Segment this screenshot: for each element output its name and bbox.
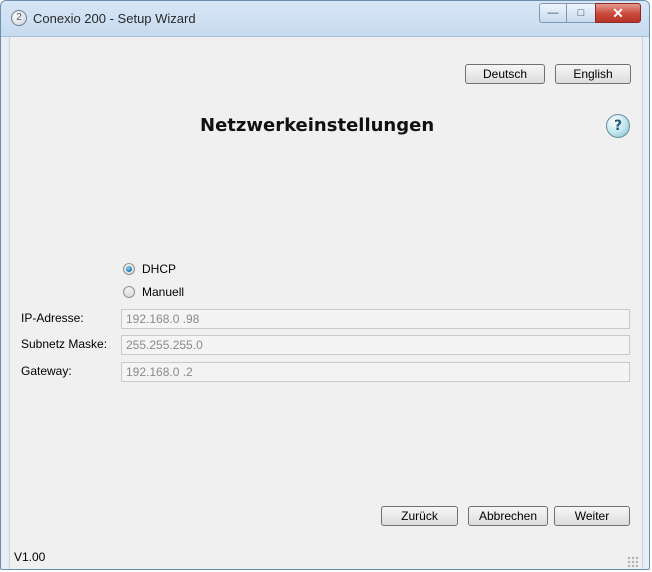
subnet-mask-field[interactable] [121,335,630,355]
page-title: Netzwerkeinstellungen [200,115,435,136]
gateway-field[interactable] [121,362,630,382]
wizard-content: Deutsch English Netzwerkeinstellungen ? … [9,37,643,569]
subnet-mask-label: Subnetz Maske: [21,337,108,351]
deutsch-button[interactable]: Deutsch [465,64,545,84]
resize-grip-icon[interactable] [627,556,639,568]
help-icon[interactable]: ? [606,114,630,138]
next-button[interactable]: Weiter [554,506,630,526]
radio-dhcp[interactable]: DHCP [123,261,176,277]
ip-address-field[interactable] [121,309,630,329]
version-label: V1.00 [14,550,46,564]
caption-buttons: — □ ✕ [539,3,641,25]
title-bar[interactable]: 2 Conexio 200 - Setup Wizard — □ ✕ [1,1,649,37]
setup-wizard-window: 2 Conexio 200 - Setup Wizard — □ ✕ Deuts… [0,0,650,570]
back-button[interactable]: Zurück [381,506,458,526]
radio-dhcp-label: DHCP [142,262,177,276]
english-button[interactable]: English [555,64,631,84]
radio-manuell-label: Manuell [142,285,185,299]
radio-selected-icon[interactable] [123,263,135,275]
ip-address-label: IP-Adresse: [21,311,84,325]
close-button[interactable]: ✕ [595,3,641,23]
conexio-icon: 2 [11,10,27,26]
cancel-button[interactable]: Abbrechen [468,506,548,526]
radio-unselected-icon[interactable] [123,286,135,298]
window-title: Conexio 200 - Setup Wizard [33,11,196,26]
maximize-button[interactable]: □ [567,3,595,23]
gateway-label: Gateway: [21,364,72,378]
radio-manuell[interactable]: Manuell [123,284,184,300]
minimize-button[interactable]: — [539,3,567,23]
